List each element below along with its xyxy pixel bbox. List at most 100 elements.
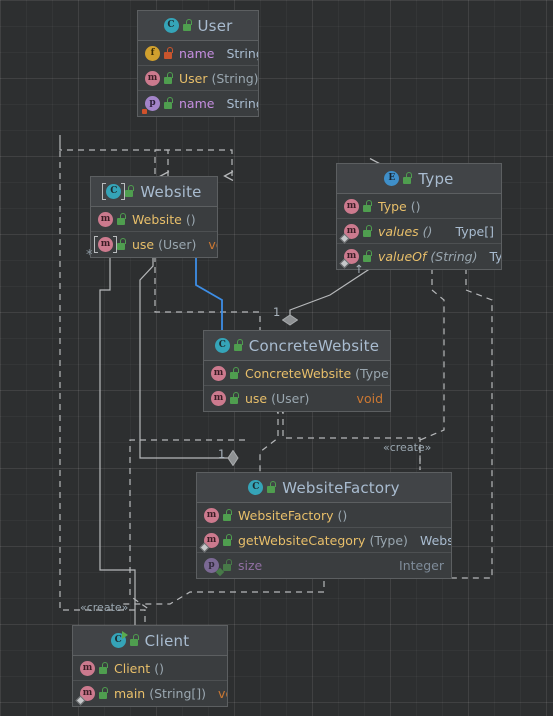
- public-lock-icon: [363, 224, 374, 238]
- method-icon: m: [211, 365, 226, 381]
- class-header-type[interactable]: E Type: [337, 164, 501, 194]
- member-row[interactable]: f name String: [138, 41, 258, 66]
- public-lock-icon: [363, 199, 374, 213]
- member-args: (User): [271, 391, 310, 406]
- static-method-icon: m: [339, 223, 359, 243]
- edge-label-type-arrow: ↑: [354, 262, 364, 276]
- edge-label-multiplicity-star: *: [86, 248, 93, 263]
- member-args: (): [185, 211, 196, 227]
- member-row[interactable]: m ConcreteWebsite (Type): [204, 361, 390, 386]
- class-title: User: [197, 16, 233, 35]
- member-row[interactable]: p size Integer: [197, 553, 451, 578]
- member-args: (String): [211, 70, 259, 86]
- public-lock-icon: [230, 392, 241, 405]
- class-node-user[interactable]: C User f name String m User (String) p n…: [137, 10, 259, 117]
- class-header-websitefactory[interactable]: C WebsiteFactory: [197, 473, 451, 503]
- class-title: ConcreteWebsite: [248, 336, 380, 355]
- member-type: void: [218, 686, 227, 701]
- member-args: (): [422, 223, 433, 239]
- member-args: (): [154, 660, 164, 676]
- class-node-concretewebsite[interactable]: C ConcreteWebsite m ConcreteWebsite (Typ…: [203, 330, 391, 412]
- private-lock-icon: [164, 46, 175, 60]
- member-type: Type[]: [455, 223, 494, 239]
- method-icon: m: [98, 211, 113, 227]
- class-header-user[interactable]: C User: [138, 11, 258, 41]
- member-row[interactable]: p name String: [138, 91, 258, 116]
- public-lock-icon: [117, 212, 128, 226]
- uml-diagram-canvas[interactable]: C User f name String m User (String) p n…: [0, 0, 553, 716]
- member-row[interactable]: m main (String[]) void: [73, 681, 227, 706]
- class-title: Client: [144, 631, 190, 650]
- class-icon: C: [248, 480, 264, 495]
- member-name: getWebsiteCategory: [238, 532, 366, 548]
- member-type: Website: [419, 532, 451, 548]
- member-type: Type: [489, 249, 502, 264]
- member-args: (String[]): [149, 686, 207, 701]
- member-row[interactable]: m Type (): [337, 194, 501, 219]
- member-row[interactable]: m Client (): [73, 656, 227, 681]
- edge-label-multiplicity-one-upper: 1: [273, 305, 281, 319]
- public-lock-icon: [164, 71, 175, 85]
- method-icon: m: [344, 198, 359, 214]
- public-lock-icon: [117, 238, 128, 251]
- abstract-class-icon: C: [102, 183, 126, 200]
- member-row[interactable]: m use (User) void: [204, 386, 390, 411]
- class-title: Website: [140, 182, 202, 201]
- member-args: (): [410, 198, 421, 214]
- member-name: valueOf: [378, 249, 427, 264]
- member-row[interactable]: m WebsiteFactory (): [197, 503, 451, 528]
- method-icon: m: [204, 507, 219, 523]
- field-icon: f: [145, 45, 160, 61]
- public-lock-icon: [223, 533, 234, 547]
- public-lock-icon: [403, 172, 414, 185]
- member-name: values: [378, 223, 419, 239]
- member-name: Type: [378, 198, 407, 214]
- member-row[interactable]: m values () Type[]: [337, 219, 501, 244]
- edge-label-create-bottom: «create»: [80, 601, 129, 614]
- member-name: User: [179, 70, 208, 86]
- public-lock-icon: [129, 634, 141, 647]
- enum-icon: E: [384, 171, 400, 186]
- member-type: String: [226, 45, 258, 61]
- class-title: Type: [418, 169, 454, 188]
- runnable-class-icon: C: [110, 631, 128, 648]
- member-args: (String): [430, 249, 478, 264]
- public-lock-icon: [233, 339, 245, 352]
- property-icon: p: [142, 96, 160, 114]
- public-lock-icon: [230, 366, 241, 380]
- member-name: name: [179, 96, 215, 111]
- edge-client-to-website[interactable]: [99, 213, 136, 625]
- edge-websitefactory-create-concretewebsite[interactable]: [283, 408, 421, 470]
- class-node-type[interactable]: E Type m Type () m values () Type[] m va…: [336, 163, 502, 270]
- class-header-client[interactable]: C Client: [73, 626, 227, 656]
- class-node-client[interactable]: C Client m Client () m main (String[]) v…: [72, 625, 228, 707]
- abstract-method-icon: m: [94, 236, 117, 253]
- class-node-websitefactory[interactable]: C WebsiteFactory m WebsiteFactory () m g…: [196, 472, 452, 579]
- class-title: WebsiteFactory: [282, 478, 400, 497]
- member-type: void: [356, 391, 383, 406]
- member-name: WebsiteFactory: [238, 507, 334, 523]
- static-method-icon: m: [199, 532, 219, 552]
- public-lock-icon: [125, 185, 136, 198]
- member-row[interactable]: m Website (): [91, 207, 217, 232]
- member-row[interactable]: m getWebsiteCategory (Type) Website: [197, 528, 451, 553]
- edge-websitefactory-create-concretewebsite-2[interactable]: [259, 408, 278, 472]
- member-row[interactable]: m User (String): [138, 66, 258, 91]
- class-icon: C: [214, 338, 230, 353]
- member-row[interactable]: m use (User) void: [91, 232, 217, 257]
- class-node-website[interactable]: C Website m Website () m use (User) void: [90, 176, 218, 258]
- member-name: size: [238, 558, 263, 573]
- class-header-concretewebsite[interactable]: C ConcreteWebsite: [204, 331, 390, 361]
- member-args: (User): [158, 237, 197, 252]
- static-method-icon: m: [75, 686, 95, 706]
- member-type: String: [226, 96, 258, 111]
- public-lock-icon: [99, 687, 110, 700]
- member-name: Website: [132, 211, 182, 227]
- member-args: (Type): [369, 532, 408, 548]
- member-args: (): [337, 507, 348, 523]
- member-type: void: [208, 237, 217, 252]
- public-lock-icon: [267, 481, 278, 494]
- public-lock-icon: [223, 508, 234, 522]
- class-header-website[interactable]: C Website: [91, 177, 217, 207]
- public-lock-icon: [223, 559, 234, 572]
